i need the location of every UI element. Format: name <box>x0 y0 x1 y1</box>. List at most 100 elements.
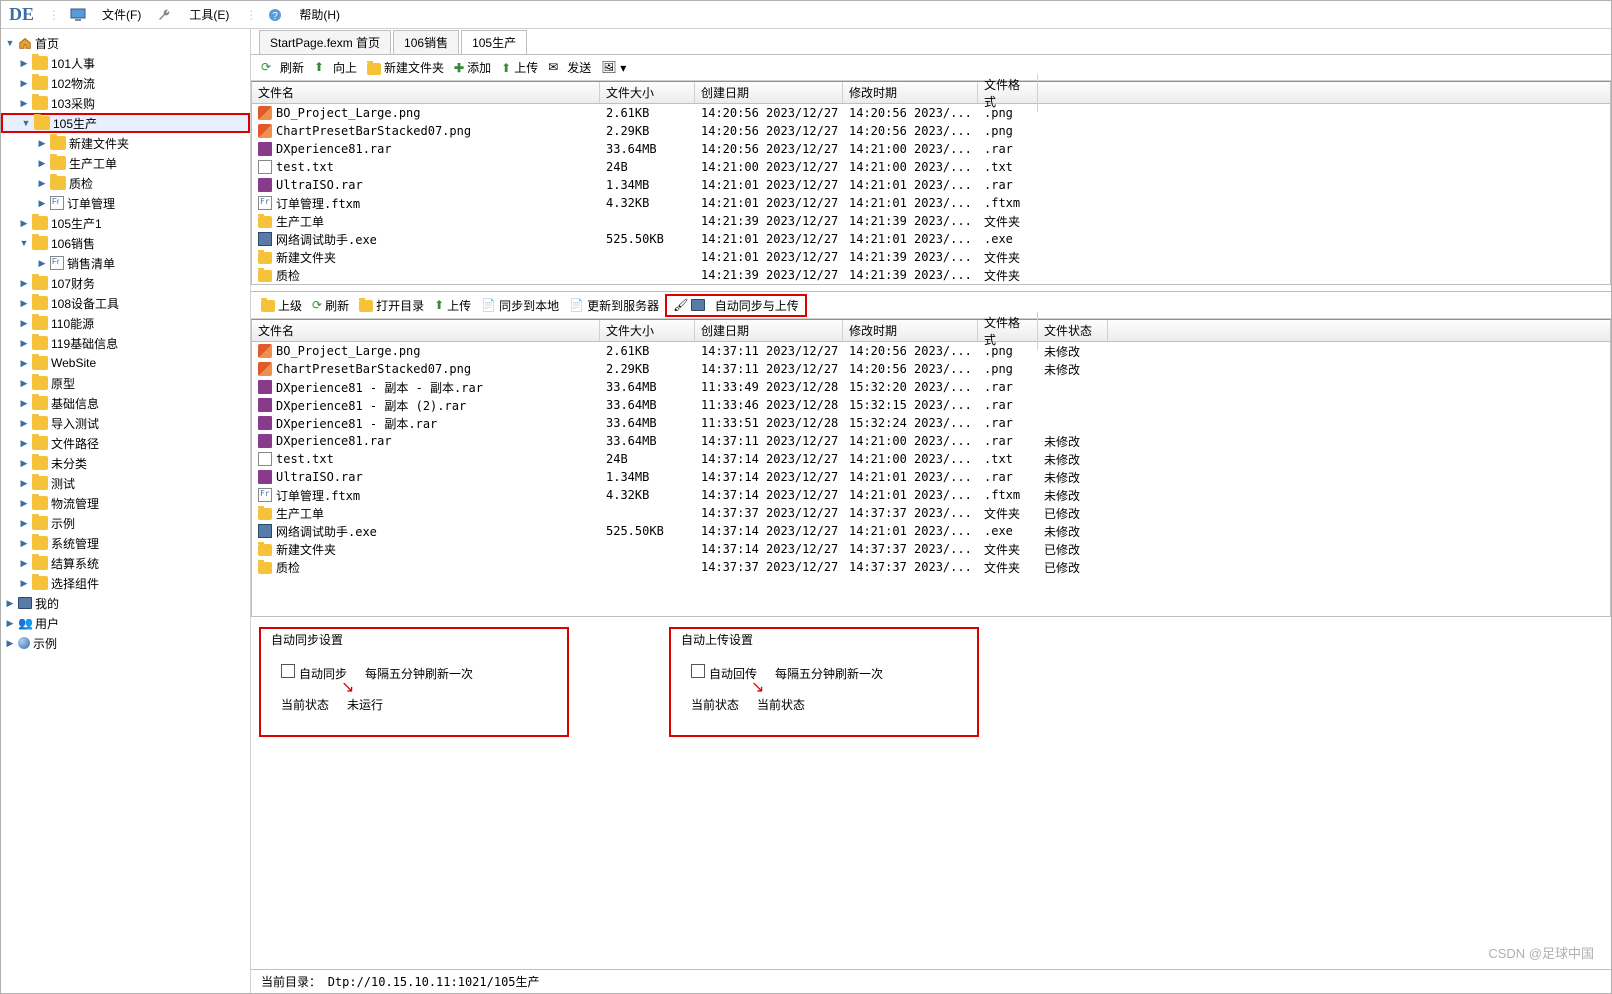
col-filesize[interactable]: 文件大小 <box>600 320 695 341</box>
col-filename[interactable]: 文件名 <box>252 82 600 103</box>
table-row[interactable]: ChartPresetBarStacked07.png2.29KB14:20:5… <box>252 122 1610 140</box>
autosync-checkbox[interactable]: 自动同步 <box>281 664 347 682</box>
table-row[interactable]: DXperience81 - 副本 - 副本.rar33.64MB11:33:4… <box>252 378 1610 396</box>
updateserver-button[interactable]: 📄更新到服务器 <box>565 295 663 316</box>
chevron-icon[interactable]: ▶ <box>19 378 29 389</box>
chevron-icon[interactable]: ▶ <box>19 358 29 369</box>
col-status[interactable]: 文件状态 <box>1038 320 1108 341</box>
table-row[interactable]: 质检14:37:37 2023/12/2714:37:37 2023/...文件… <box>252 558 1610 576</box>
add-button[interactable]: ✚添加 <box>450 57 495 78</box>
tree-root[interactable]: ▼首页 <box>1 33 250 53</box>
chevron-icon[interactable]: ▶ <box>5 598 15 609</box>
tree-item[interactable]: ▶测试 <box>1 473 250 493</box>
newfolder-button[interactable]: 新建文件夹 <box>363 57 448 78</box>
table-row[interactable]: 订单管理.ftxm4.32KB14:37:14 2023/12/2714:21:… <box>252 486 1610 504</box>
tree-item[interactable]: ▶物流管理 <box>1 493 250 513</box>
table-row[interactable]: test.txt24B14:21:00 2023/12/2714:21:00 2… <box>252 158 1610 176</box>
chevron-icon[interactable]: ▶ <box>19 498 29 509</box>
refresh-button[interactable]: ⟳刷新 <box>257 57 308 78</box>
chevron-icon[interactable]: ▼ <box>21 118 31 128</box>
tree-item[interactable]: ▶103采购 <box>1 93 250 113</box>
menu-help[interactable]: 帮助(H) <box>293 4 346 25</box>
table-row[interactable]: 订单管理.ftxm4.32KB14:21:01 2023/12/2714:21:… <box>252 194 1610 212</box>
col-filesize[interactable]: 文件大小 <box>600 82 695 103</box>
tree-item[interactable]: ▶示例 <box>1 513 250 533</box>
tree-item[interactable]: ▶文件路径 <box>1 433 250 453</box>
tree-item[interactable]: ▶导入测试 <box>1 413 250 433</box>
tree-item[interactable]: ▶原型 <box>1 373 250 393</box>
chevron-icon[interactable]: ▶ <box>19 338 29 349</box>
up-button[interactable]: ⬆向上 <box>310 57 361 78</box>
tree-item[interactable]: ▼106销售 <box>1 233 250 253</box>
col-createdate[interactable]: 创建日期 <box>695 320 843 341</box>
table-row[interactable]: ChartPresetBarStacked07.png2.29KB14:37:1… <box>252 360 1610 378</box>
refresh2-button[interactable]: ⟳刷新 <box>308 295 353 316</box>
table-row[interactable]: DXperience81.rar33.64MB14:37:11 2023/12/… <box>252 432 1610 450</box>
chevron-icon[interactable]: ▶ <box>37 198 47 209</box>
synclocal-button[interactable]: 📄同步到本地 <box>477 295 563 316</box>
table-row[interactable]: 新建文件夹14:37:14 2023/12/2714:37:37 2023/..… <box>252 540 1610 558</box>
tree-item-bottom[interactable]: ▶👥用户 <box>1 613 250 633</box>
menu-tools[interactable]: 工具(E) <box>183 4 235 25</box>
tree-item[interactable]: ▶基础信息 <box>1 393 250 413</box>
tree-item[interactable]: ▶107财务 <box>1 273 250 293</box>
tree-item[interactable]: ▶108设备工具 <box>1 293 250 313</box>
tree-item[interactable]: ▶新建文件夹 <box>1 133 250 153</box>
tab[interactable]: StartPage.fexm 首页 <box>259 30 391 54</box>
tree-item[interactable]: ▶105生产1 <box>1 213 250 233</box>
table-row[interactable]: DXperience81.rar33.64MB14:20:56 2023/12/… <box>252 140 1610 158</box>
menu-file[interactable]: 文件(F) <box>96 4 147 25</box>
autosync-button[interactable]: 🖌 自动同步与上传 <box>665 294 807 317</box>
chevron-icon[interactable]: ▼ <box>19 238 29 248</box>
tree-item[interactable]: ▶生产工单 <box>1 153 250 173</box>
chevron-icon[interactable]: ▶ <box>37 258 47 269</box>
chevron-icon[interactable]: ▶ <box>19 458 29 469</box>
tree-item[interactable]: ▶未分类 <box>1 453 250 473</box>
tree-item[interactable]: ▶系统管理 <box>1 533 250 553</box>
table-row[interactable]: BO_Project_Large.png2.61KB14:20:56 2023/… <box>252 104 1610 122</box>
table-row[interactable]: DXperience81 - 副本 (2).rar33.64MB11:33:46… <box>252 396 1610 414</box>
autoupload-checkbox[interactable]: 自动回传 <box>691 664 757 682</box>
table-row[interactable]: 新建文件夹14:21:01 2023/12/2714:21:39 2023/..… <box>252 248 1610 266</box>
chevron-icon[interactable]: ▶ <box>19 78 29 89</box>
chevron-icon[interactable]: ▶ <box>5 618 15 629</box>
tree-item-bottom[interactable]: ▶我的 <box>1 593 250 613</box>
image-button[interactable]: 🖼▾ <box>597 58 630 78</box>
tree-item[interactable]: ▶102物流 <box>1 73 250 93</box>
table-row[interactable]: UltraISO.rar1.34MB14:21:01 2023/12/2714:… <box>252 176 1610 194</box>
chevron-icon[interactable]: ▶ <box>37 178 47 189</box>
tree-item[interactable]: ▶结算系统 <box>1 553 250 573</box>
tab[interactable]: 105生产 <box>461 30 527 54</box>
tree-item[interactable]: ▶119基础信息 <box>1 333 250 353</box>
opendir-button[interactable]: 打开目录 <box>355 295 428 316</box>
table-row[interactable]: 网络调试助手.exe525.50KB14:21:01 2023/12/2714:… <box>252 230 1610 248</box>
chevron-icon[interactable]: ▶ <box>19 398 29 409</box>
tree-item[interactable]: ▶101人事 <box>1 53 250 73</box>
chevron-icon[interactable]: ▶ <box>19 58 29 69</box>
tree-item[interactable]: ▶销售清单 <box>1 253 250 273</box>
uplevel-button[interactable]: 上级 <box>257 295 306 316</box>
table-row[interactable]: 生产工单14:37:37 2023/12/2714:37:37 2023/...… <box>252 504 1610 522</box>
chevron-icon[interactable]: ▶ <box>37 158 47 169</box>
col-modifydate[interactable]: 修改时期 <box>843 320 978 341</box>
tab[interactable]: 106销售 <box>393 30 459 54</box>
tree-item[interactable]: ▼105生产 <box>1 113 250 133</box>
chevron-icon[interactable]: ▶ <box>37 138 47 149</box>
chevron-icon[interactable]: ▶ <box>19 318 29 329</box>
chevron-icon[interactable]: ▶ <box>19 438 29 449</box>
chevron-icon[interactable]: ▶ <box>19 518 29 529</box>
table-row[interactable]: 生产工单14:21:39 2023/12/2714:21:39 2023/...… <box>252 212 1610 230</box>
upload2-button[interactable]: ⬆上传 <box>430 295 475 316</box>
chevron-icon[interactable]: ▶ <box>19 538 29 549</box>
tree-item[interactable]: ▶WebSite <box>1 353 250 373</box>
chevron-icon[interactable]: ▶ <box>19 98 29 109</box>
chevron-icon[interactable]: ▶ <box>19 418 29 429</box>
table-row[interactable]: 质检14:21:39 2023/12/2714:21:39 2023/...文件… <box>252 266 1610 284</box>
tree-item[interactable]: ▶选择组件 <box>1 573 250 593</box>
col-modifydate[interactable]: 修改时期 <box>843 82 978 103</box>
chevron-icon[interactable]: ▶ <box>19 478 29 489</box>
table-row[interactable]: BO_Project_Large.png2.61KB14:37:11 2023/… <box>252 342 1610 360</box>
table-row[interactable]: 网络调试助手.exe525.50KB14:37:14 2023/12/2714:… <box>252 522 1610 540</box>
chevron-icon[interactable]: ▶ <box>5 638 15 649</box>
chevron-icon[interactable]: ▶ <box>19 218 29 229</box>
